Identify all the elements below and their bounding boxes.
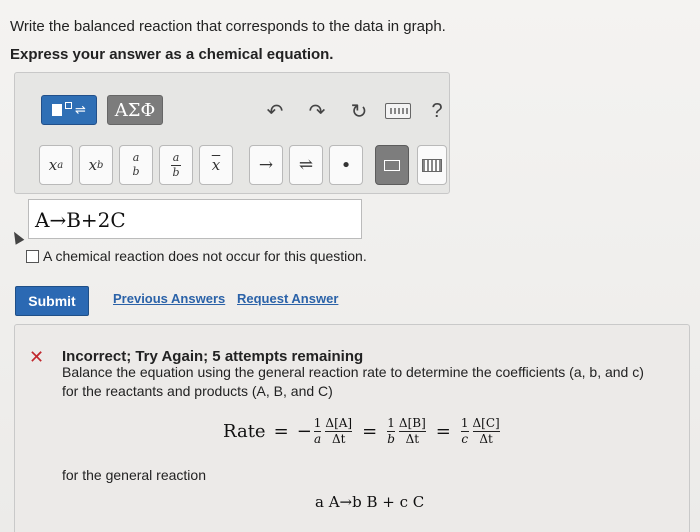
stacked-fraction-icon: a b — [171, 150, 181, 179]
dC-num: Δ[C] — [472, 415, 500, 430]
dA-den: Δt — [332, 431, 346, 446]
backspace-key[interactable] — [375, 145, 409, 185]
fraction-key[interactable]: a b — [119, 145, 153, 185]
rate-label: Rate — [223, 420, 266, 442]
feedback-title: Incorrect; Try Again; 5 attempts remaini… — [62, 348, 364, 365]
feedback-line-1: Balance the equation using the general r… — [62, 364, 644, 380]
no-reaction-label: A chemical reaction does not occur for t… — [43, 248, 367, 264]
template-box-icon — [52, 104, 63, 116]
equals-sign: = — [273, 420, 289, 442]
template-small-box-icon — [65, 101, 73, 109]
fraction-num: a — [132, 151, 140, 164]
superscript-base: x — [48, 156, 58, 174]
question-text: Write the balanced reaction that corresp… — [10, 18, 446, 35]
stacked-fraction-den: b — [172, 165, 180, 179]
bullet-dot-key[interactable]: • — [329, 145, 363, 185]
submit-button[interactable]: Submit — [15, 286, 89, 316]
dC-fraction: Δ[C] Δt — [472, 415, 500, 446]
coef-b-fraction: 1b — [387, 415, 395, 446]
superscript-exp: a — [57, 159, 64, 171]
subscript-idx: b — [97, 159, 104, 171]
keyboard-icon — [422, 158, 442, 172]
rate-equation: Rate = − 1a Δ[A] Δt = 1b Δ[B] Δt = 1c Δ[C]… — [223, 411, 502, 451]
equilibrium-arrow-key[interactable]: ⇌ — [289, 145, 323, 185]
coef-c-fraction: 1c — [460, 415, 469, 446]
stacked-fraction-key[interactable]: a b — [159, 145, 193, 185]
template-arrows-icon: ⇌ — [75, 102, 86, 117]
dB-fraction: Δ[B] Δt — [398, 415, 426, 446]
answer-input[interactable]: A→B+2C — [28, 199, 362, 239]
incorrect-x-icon: ✕ — [29, 347, 45, 367]
previous-answers-link[interactable]: Previous Answers — [113, 291, 225, 306]
reaction-arrow-key[interactable]: → — [249, 145, 283, 185]
reset-icon[interactable]: ↻ — [347, 99, 371, 123]
minus-sign: − — [296, 420, 312, 442]
equals-sign-3: = — [435, 420, 451, 442]
fraction-den: b — [132, 165, 140, 178]
dB-num: Δ[B] — [398, 415, 426, 430]
question-instruction: Express your answer as a chemical equati… — [10, 46, 334, 63]
coef-a-fraction: 1a — [313, 415, 322, 446]
equation-editor: ⇌ ΑΣΦ ↶ ↷ ↻ ? xa xb a b a b x → ⇌ • — [14, 72, 450, 194]
editor-toolbar: ⇌ ΑΣΦ ↶ ↷ ↻ ? — [15, 73, 449, 137]
help-icon[interactable]: ? — [427, 99, 447, 123]
greek-symbols-button[interactable]: ΑΣΦ — [107, 95, 163, 125]
templates-button[interactable]: ⇌ — [41, 95, 97, 125]
dC-den: Δt — [479, 431, 493, 446]
backspace-icon — [384, 159, 400, 171]
symbol-keys-row: xa xb a b a b x → ⇌ • — [15, 137, 449, 195]
keyboard-key[interactable] — [417, 145, 447, 185]
request-answer-link[interactable]: Request Answer — [237, 291, 338, 306]
superscript-key[interactable]: xa — [39, 145, 73, 185]
mouse-cursor-icon — [9, 229, 25, 245]
feedback-line-2: for the reactants and products (A, B, an… — [62, 383, 333, 399]
no-reaction-option[interactable]: A chemical reaction does not occur for t… — [26, 248, 367, 264]
keyboard-shortcuts-icon[interactable] — [385, 103, 411, 119]
dA-num: Δ[A] — [325, 415, 353, 430]
stacked-fraction-num: a — [172, 150, 180, 164]
dB-den: Δt — [405, 431, 420, 446]
overline-char: x — [211, 156, 221, 174]
subscript-key[interactable]: xb — [79, 145, 113, 185]
undo-icon[interactable]: ↶ — [263, 99, 287, 123]
equals-sign-2: = — [362, 420, 378, 442]
general-reaction-label: for the general reaction — [62, 467, 206, 483]
subscript-base: x — [88, 156, 98, 174]
overline-key[interactable]: x — [199, 145, 233, 185]
general-reaction-equation: a A→b B + c C — [315, 493, 425, 511]
fraction-icon: a b — [131, 152, 141, 178]
redo-icon[interactable]: ↷ — [305, 99, 329, 123]
dA-fraction: Δ[A] Δt — [325, 415, 353, 446]
feedback-panel: ✕ Incorrect; Try Again; 5 attempts remai… — [14, 324, 690, 532]
no-reaction-checkbox[interactable] — [26, 249, 39, 263]
